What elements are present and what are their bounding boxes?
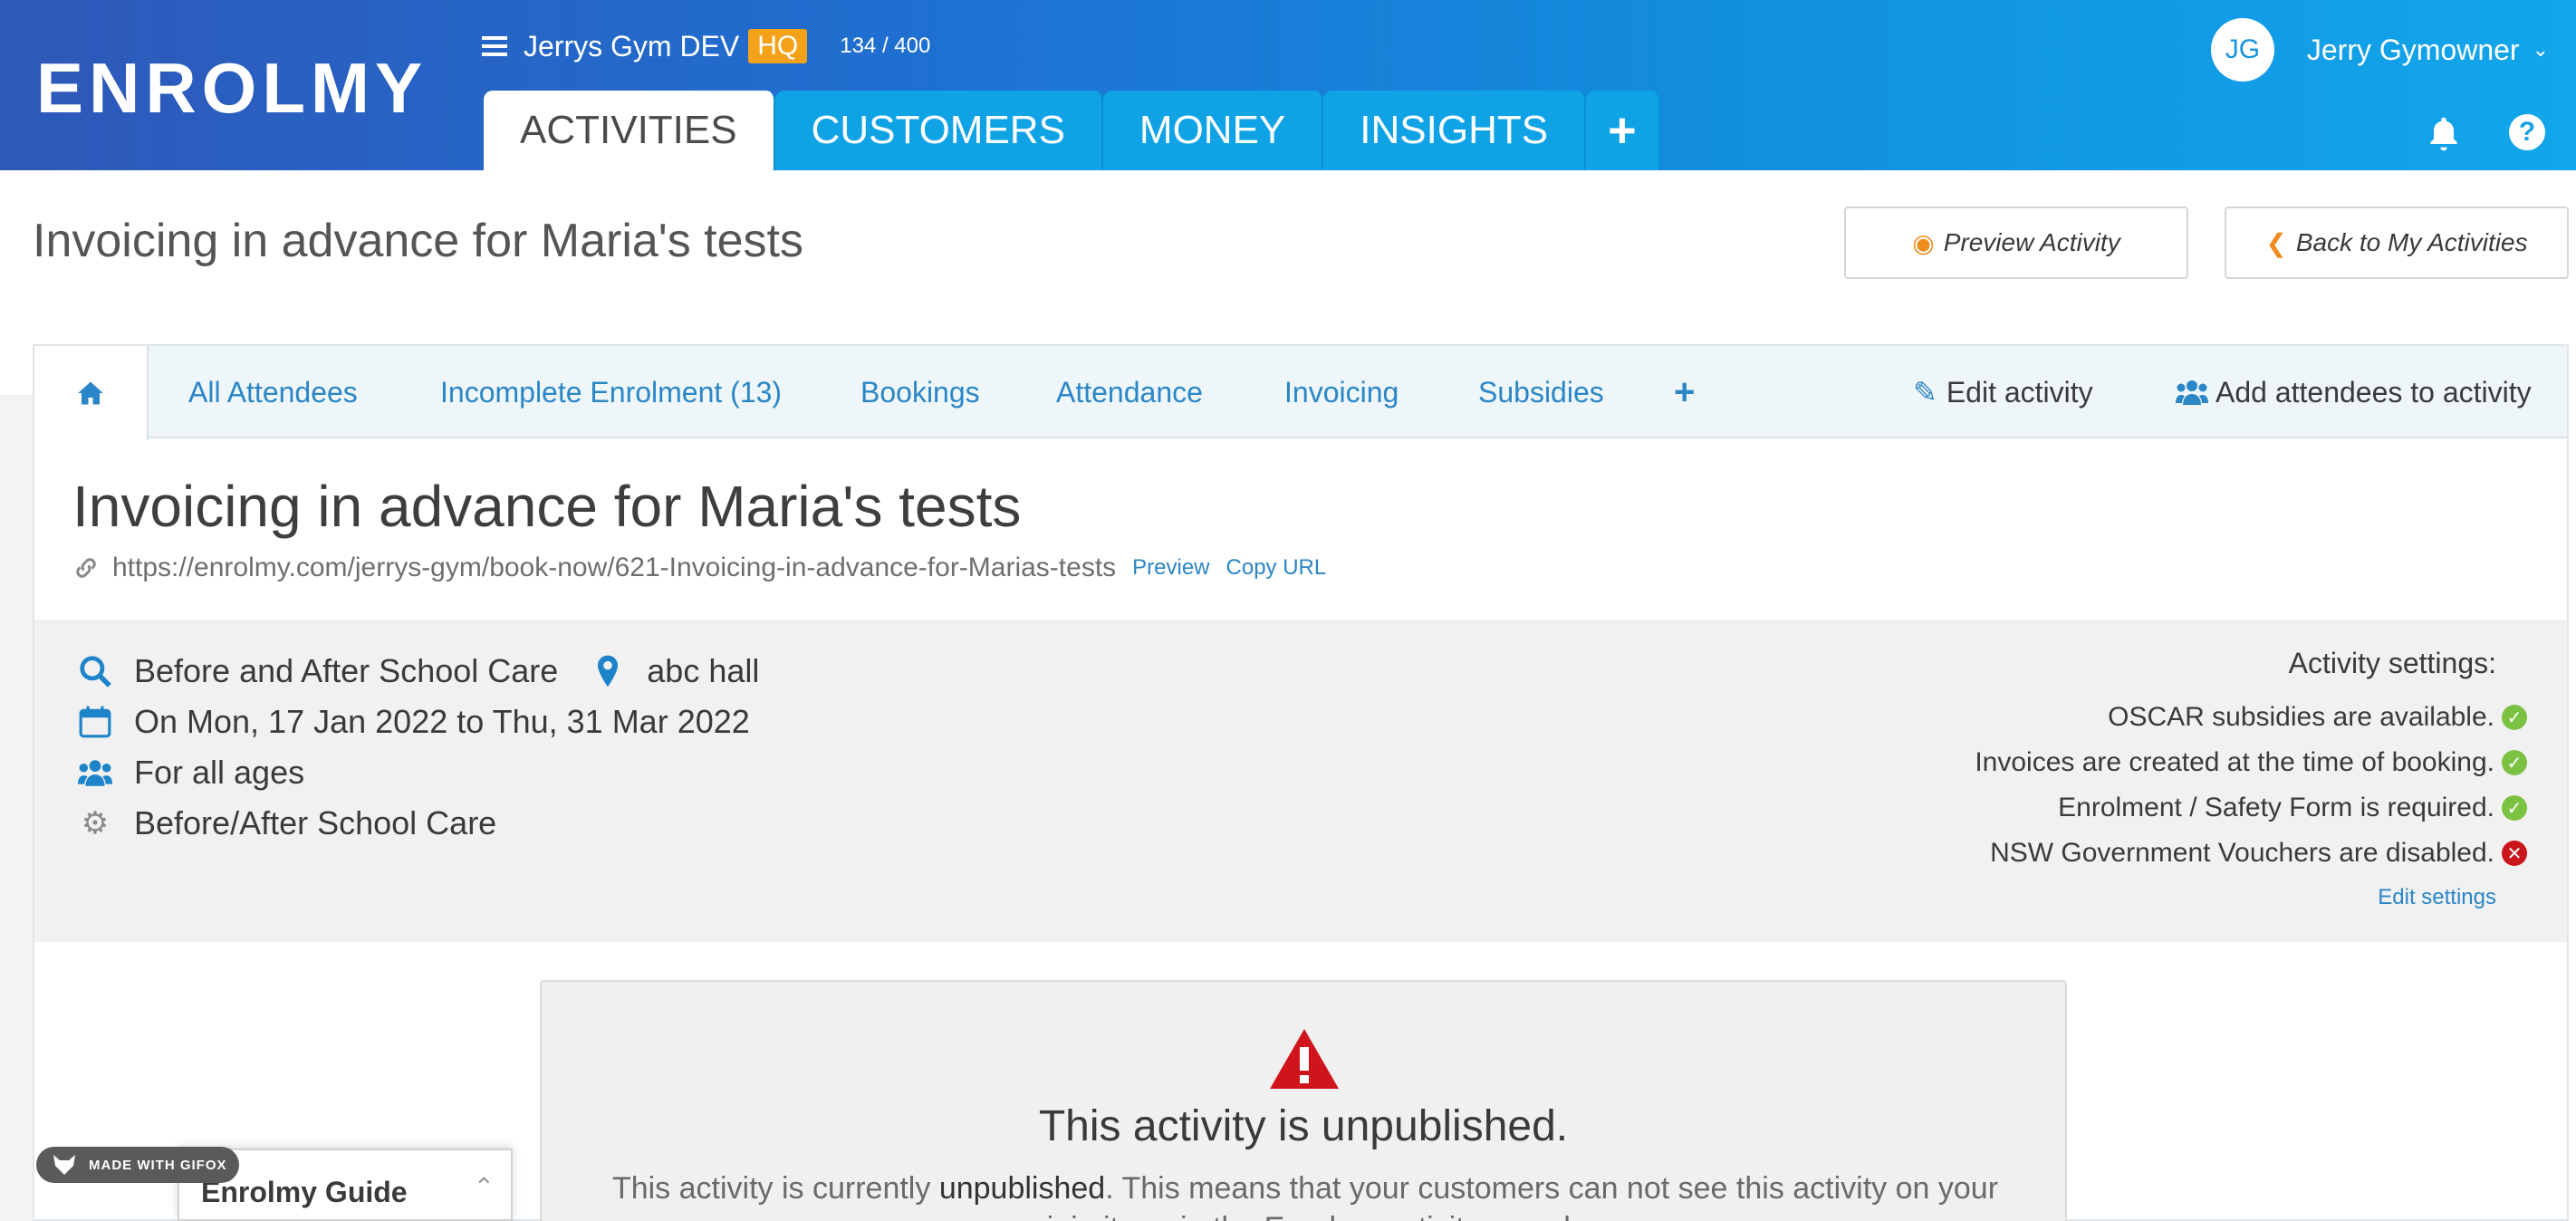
home-icon bbox=[78, 381, 103, 405]
location-text: abc hall bbox=[647, 652, 760, 689]
chevron-down-icon[interactable]: ⌄ bbox=[2533, 38, 2549, 62]
gear-icon: ⚙ bbox=[81, 806, 110, 841]
help-icon[interactable]: ? bbox=[2509, 114, 2545, 150]
activity-subtabs: All Attendees Incomplete Enrolment (13) … bbox=[34, 346, 2567, 440]
tab-customers[interactable]: CUSTOMERS bbox=[774, 91, 1103, 170]
subtab-add-plus-icon[interactable]: + bbox=[1674, 346, 1695, 438]
hamburger-menu-icon[interactable] bbox=[482, 36, 507, 56]
subtab-invoicing[interactable]: Invoicing bbox=[1284, 346, 1399, 438]
back-to-activities-label: Back to My Activities bbox=[2295, 228, 2528, 256]
detail-dates: On Mon, 17 Jan 2022 to Thu, 31 Mar 2022 bbox=[78, 703, 750, 741]
x-circle-icon: ✕ bbox=[2502, 841, 2527, 866]
tab-activities[interactable]: ACTIVITIES bbox=[484, 91, 775, 170]
usage-count: 134 / 400 bbox=[840, 34, 931, 58]
fox-icon bbox=[53, 1155, 75, 1175]
tab-money[interactable]: MONEY bbox=[1102, 91, 1324, 170]
setting-text: OSCAR subsidies are available. bbox=[2108, 702, 2494, 732]
settings-heading: Activity settings: bbox=[2288, 647, 2496, 679]
setting-row: Invoices are created at the time of book… bbox=[1975, 740, 2527, 785]
copy-url-link[interactable]: Copy URL bbox=[1226, 555, 1327, 581]
org-switcher[interactable]: Jerrys Gym DEV HQ 134 / 400 bbox=[482, 29, 930, 63]
gifox-watermark: MADE WITH GIFOX bbox=[36, 1147, 239, 1183]
activity-url: https://enrolmy.com/jerrys-gym/book-now/… bbox=[112, 553, 1117, 582]
preview-activity-label: Preview Activity bbox=[1943, 228, 2120, 256]
activity-card: All Attendees Incomplete Enrolment (13) … bbox=[33, 344, 2569, 1221]
unpublished-title: This activity is unpublished. bbox=[1038, 1102, 1569, 1150]
pencil-icon: ✎ bbox=[1913, 376, 1937, 409]
check-circle-icon: ✓ bbox=[2502, 750, 2527, 775]
chevron-up-icon[interactable]: ⌃ bbox=[474, 1172, 495, 1202]
back-to-activities-button[interactable]: ❮ Back to My Activities bbox=[2225, 207, 2569, 279]
edit-activity-label: Edit activity bbox=[1946, 375, 2093, 409]
subtab-home[interactable] bbox=[34, 346, 149, 440]
tab-insights[interactable]: INSIGHTS bbox=[1323, 91, 1587, 170]
chevron-left-icon: ❮ bbox=[2265, 228, 2287, 257]
edit-settings-link[interactable]: Edit settings bbox=[1975, 885, 2496, 910]
setting-row: NSW Government Vouchers are disabled. ✕ bbox=[1975, 831, 2527, 876]
users-icon bbox=[2176, 380, 2208, 405]
user-name[interactable]: Jerry Gymowner bbox=[2307, 34, 2520, 67]
enrolmy-logo[interactable]: ENROLMY bbox=[36, 47, 428, 130]
bell-icon[interactable] bbox=[2424, 114, 2464, 154]
subtab-subsidies[interactable]: Subsidies bbox=[1478, 346, 1604, 438]
tab-add-plus-icon[interactable]: + bbox=[1586, 91, 1660, 170]
add-attendees-label: Add attendees to activity bbox=[2216, 375, 2532, 409]
calendar-icon bbox=[79, 706, 111, 738]
eye-icon: ◉ bbox=[1912, 228, 1935, 257]
preview-activity-button[interactable]: ◉ Preview Activity bbox=[1844, 207, 2188, 279]
link-icon bbox=[76, 558, 96, 578]
setting-row: OSCAR subsidies are available. ✓ bbox=[1975, 695, 2527, 740]
map-pin-icon bbox=[598, 655, 619, 687]
category-text: Before and After School Care bbox=[134, 652, 559, 689]
main-tabs: ACTIVITIES CUSTOMERS MONEY INSIGHTS + bbox=[484, 91, 1660, 170]
subtab-attendance[interactable]: Attendance bbox=[1056, 346, 1203, 438]
users-icon bbox=[78, 760, 112, 786]
type-text: Before/After School Care bbox=[134, 804, 497, 841]
setting-row: Enrolment / Safety Form is required. ✓ bbox=[1975, 785, 2527, 831]
guide-label: Enrolmy Guide bbox=[201, 1176, 408, 1208]
detail-ages: For all ages bbox=[78, 754, 304, 792]
org-name[interactable]: Jerrys Gym DEV bbox=[524, 30, 739, 63]
check-circle-icon: ✓ bbox=[2502, 705, 2527, 730]
left-gutter bbox=[0, 395, 34, 1221]
setting-text: Enrolment / Safety Form is required. bbox=[2058, 793, 2494, 822]
activity-details: Before and After School Care abc hall On… bbox=[34, 620, 2567, 942]
warning-icon bbox=[1270, 1029, 1339, 1089]
hq-badge: HQ bbox=[748, 29, 808, 63]
search-icon bbox=[80, 656, 111, 687]
activity-settings: Activity settings: OSCAR subsidies are a… bbox=[1975, 647, 2527, 910]
detail-type: ⚙ Before/After School Care bbox=[78, 804, 496, 842]
check-circle-icon: ✓ bbox=[2502, 795, 2527, 821]
detail-category: Before and After School Care abc hall bbox=[78, 652, 759, 690]
preview-link[interactable]: Preview bbox=[1132, 555, 1209, 581]
page-title: Invoicing in advance for Maria's tests bbox=[33, 215, 803, 267]
subtab-bookings[interactable]: Bookings bbox=[860, 346, 980, 438]
dates-text: On Mon, 17 Jan 2022 to Thu, 31 Mar 2022 bbox=[134, 703, 750, 740]
user-menu[interactable]: JG Jerry Gymowner ⌄ bbox=[2210, 18, 2549, 82]
activity-url-row: https://enrolmy.com/jerrys-gym/book-now/… bbox=[72, 553, 1326, 583]
activity-title: Invoicing in advance for Maria's tests bbox=[72, 474, 1022, 539]
top-navbar: ENROLMY Jerrys Gym DEV HQ 134 / 400 ACTI… bbox=[0, 0, 2576, 170]
unpublished-text: This activity is currently unpublished. … bbox=[611, 1171, 1999, 1221]
setting-text: NSW Government Vouchers are disabled. bbox=[1990, 838, 2494, 868]
add-attendees-button[interactable]: Add attendees to activity bbox=[2176, 346, 2532, 438]
subtab-incomplete-enrolment[interactable]: Incomplete Enrolment (13) bbox=[440, 346, 782, 438]
ages-text: For all ages bbox=[134, 754, 305, 791]
unpublished-notice: This activity is unpublished. This activ… bbox=[540, 980, 2067, 1221]
edit-activity-button[interactable]: ✎ Edit activity bbox=[1913, 346, 2093, 438]
avatar[interactable]: JG bbox=[2210, 18, 2274, 82]
subtab-all-attendees[interactable]: All Attendees bbox=[188, 346, 358, 438]
setting-text: Invoices are created at the time of book… bbox=[1975, 747, 2494, 777]
